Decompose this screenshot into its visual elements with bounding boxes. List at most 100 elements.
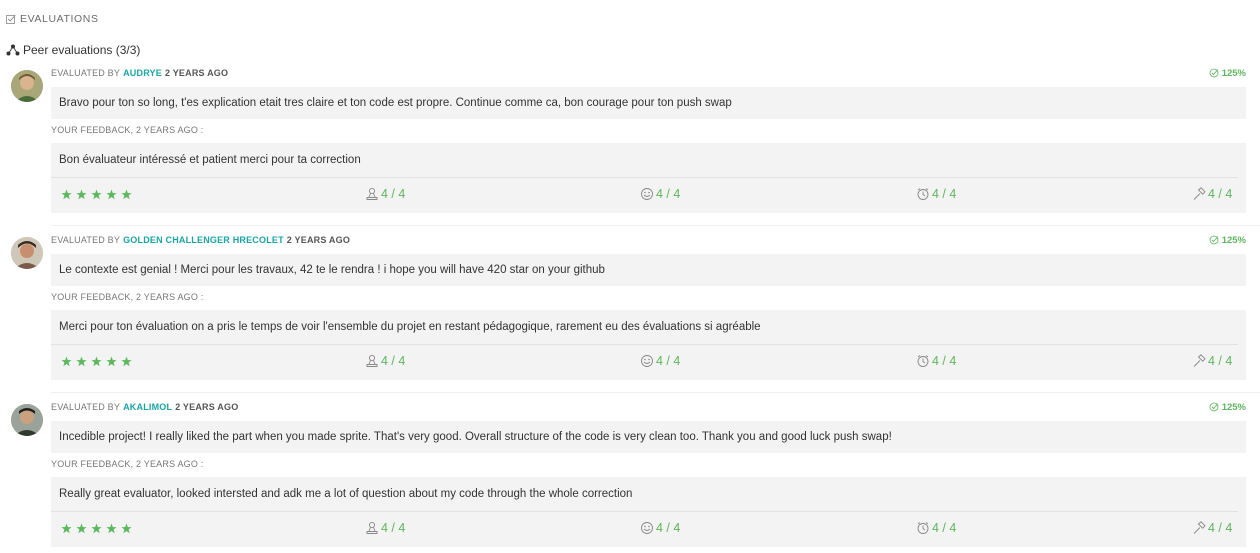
rating-stars xyxy=(61,521,132,535)
timing-metric: 4 / 4 xyxy=(916,353,956,369)
stamp-icon xyxy=(366,187,378,200)
punctuality-metric: 4 / 4 xyxy=(365,353,405,369)
checkbox-icon xyxy=(6,14,16,24)
evaluated-by: EVALUATED BY GOLDEN CHALLENGER HRECOLET … xyxy=(51,234,350,246)
hammer-icon xyxy=(1193,187,1206,200)
star-icon xyxy=(91,523,102,533)
check-icon xyxy=(1209,235,1219,245)
evaluation-divider xyxy=(51,225,1260,226)
feedback-box: Really great evaluator, looked intersted… xyxy=(51,477,1246,547)
evaluation-score: 125% xyxy=(1209,234,1246,246)
punctuality-metric: 4 / 4 xyxy=(365,520,405,536)
star-icon xyxy=(121,189,132,199)
star-icon xyxy=(106,523,117,533)
feedback-text: Merci pour ton évaluation on a pris le t… xyxy=(59,320,761,333)
friendliness-metric: 4 / 4 xyxy=(640,186,680,202)
evaluator-link[interactable]: AKALIMOL xyxy=(123,402,172,412)
evaluator-comment: Le contexte est genial ! Merci pour les … xyxy=(51,254,1246,286)
star-icon xyxy=(106,189,117,199)
score-value: 125% xyxy=(1221,234,1246,246)
interest-value: 4 / 4 xyxy=(1208,187,1233,201)
network-icon xyxy=(6,44,20,56)
evaluation-divider xyxy=(51,392,1260,393)
timing-value: 4 / 4 xyxy=(932,187,957,201)
interest-metric: 4 / 4 xyxy=(1192,186,1232,202)
feedback-separator xyxy=(51,177,1238,178)
star-icon xyxy=(91,189,102,199)
avatar[interactable] xyxy=(11,237,43,269)
star-icon xyxy=(76,523,87,533)
stamp-icon xyxy=(366,521,378,534)
your-feedback-label: YOUR FEEDBACK, 2 YEARS AGO : xyxy=(51,292,204,302)
friendliness-metric: 4 / 4 xyxy=(640,520,680,536)
interest-value: 4 / 4 xyxy=(1208,354,1233,368)
stamp-icon xyxy=(366,354,378,367)
star-icon xyxy=(106,356,117,366)
score-value: 125% xyxy=(1221,401,1246,413)
interest-metric: 4 / 4 xyxy=(1192,353,1232,369)
evaluator-link[interactable]: AUDRYE xyxy=(123,68,162,78)
avatar[interactable] xyxy=(11,70,43,102)
star-icon xyxy=(76,356,87,366)
feedback-text: Really great evaluator, looked intersted… xyxy=(59,487,633,500)
check-icon xyxy=(1209,402,1219,412)
avatar[interactable] xyxy=(11,404,43,436)
alarm-clock-icon xyxy=(917,355,929,367)
star-icon xyxy=(61,356,72,366)
star-icon xyxy=(121,356,132,366)
peer-evaluations-label: Peer evaluations (3/3) xyxy=(23,43,141,57)
hammer-icon xyxy=(1193,354,1206,367)
evaluation-score: 125% xyxy=(1209,67,1246,79)
rating-stars xyxy=(61,187,132,201)
interest-value: 4 / 4 xyxy=(1208,521,1233,535)
evaluated-by: EVALUATED BY AUDRYE 2 YEARS AGO xyxy=(51,67,228,79)
score-value: 125% xyxy=(1221,67,1246,79)
peer-evaluations-title: Peer evaluations (3/3) xyxy=(6,42,140,58)
star-icon xyxy=(121,523,132,533)
feedback-separator xyxy=(51,511,1238,512)
rating-stars xyxy=(61,354,132,368)
check-icon xyxy=(1209,68,1219,78)
evaluator-comment: Incedible project! I really liked the pa… xyxy=(51,421,1246,453)
alarm-clock-icon xyxy=(917,522,929,534)
feedback-separator xyxy=(51,344,1238,345)
evaluated-by: EVALUATED BY AKALIMOL 2 YEARS AGO xyxy=(51,401,238,413)
star-icon xyxy=(61,523,72,533)
timing-metric: 4 / 4 xyxy=(916,520,956,536)
punctuality-metric: 4 / 4 xyxy=(365,186,405,202)
smiley-icon xyxy=(641,355,653,367)
smiley-icon xyxy=(641,188,653,200)
alarm-clock-icon xyxy=(917,188,929,200)
evaluations-header: EVALUATIONS xyxy=(6,12,99,26)
evaluator-link[interactable]: GOLDEN CHALLENGER HRECOLET xyxy=(123,235,284,245)
evaluations-title: EVALUATIONS xyxy=(20,13,99,25)
timing-value: 4 / 4 xyxy=(932,354,957,368)
your-feedback-label: YOUR FEEDBACK, 2 YEARS AGO : xyxy=(51,125,204,135)
hammer-icon xyxy=(1193,521,1206,534)
star-icon xyxy=(76,189,87,199)
friendliness-value: 4 / 4 xyxy=(656,521,681,535)
evaluated-by-label: EVALUATED BY xyxy=(51,235,121,245)
star-icon xyxy=(91,356,102,366)
star-icon xyxy=(61,189,72,199)
evaluated-by-label: EVALUATED BY xyxy=(51,402,121,412)
feedback-text: Bon évaluateur intéressé et patient merc… xyxy=(59,153,361,166)
feedback-box: Merci pour ton évaluation on a pris le t… xyxy=(51,310,1246,380)
friendliness-value: 4 / 4 xyxy=(656,187,681,201)
punctuality-value: 4 / 4 xyxy=(381,354,406,368)
evaluation-score: 125% xyxy=(1209,401,1246,413)
timing-metric: 4 / 4 xyxy=(916,186,956,202)
smiley-icon xyxy=(641,522,653,534)
evaluation-time: 2 YEARS AGO xyxy=(175,402,239,412)
feedback-box: Bon évaluateur intéressé et patient merc… xyxy=(51,143,1246,213)
friendliness-metric: 4 / 4 xyxy=(640,353,680,369)
punctuality-value: 4 / 4 xyxy=(381,521,406,535)
friendliness-value: 4 / 4 xyxy=(656,354,681,368)
timing-value: 4 / 4 xyxy=(932,521,957,535)
evaluator-comment: Bravo pour ton so long, t'es explication… xyxy=(51,87,1246,119)
your-feedback-label: YOUR FEEDBACK, 2 YEARS AGO : xyxy=(51,459,204,469)
evaluation-time: 2 YEARS AGO xyxy=(286,235,351,245)
interest-metric: 4 / 4 xyxy=(1192,520,1232,536)
evaluation-time: 2 YEARS AGO xyxy=(164,68,229,78)
punctuality-value: 4 / 4 xyxy=(381,187,406,201)
